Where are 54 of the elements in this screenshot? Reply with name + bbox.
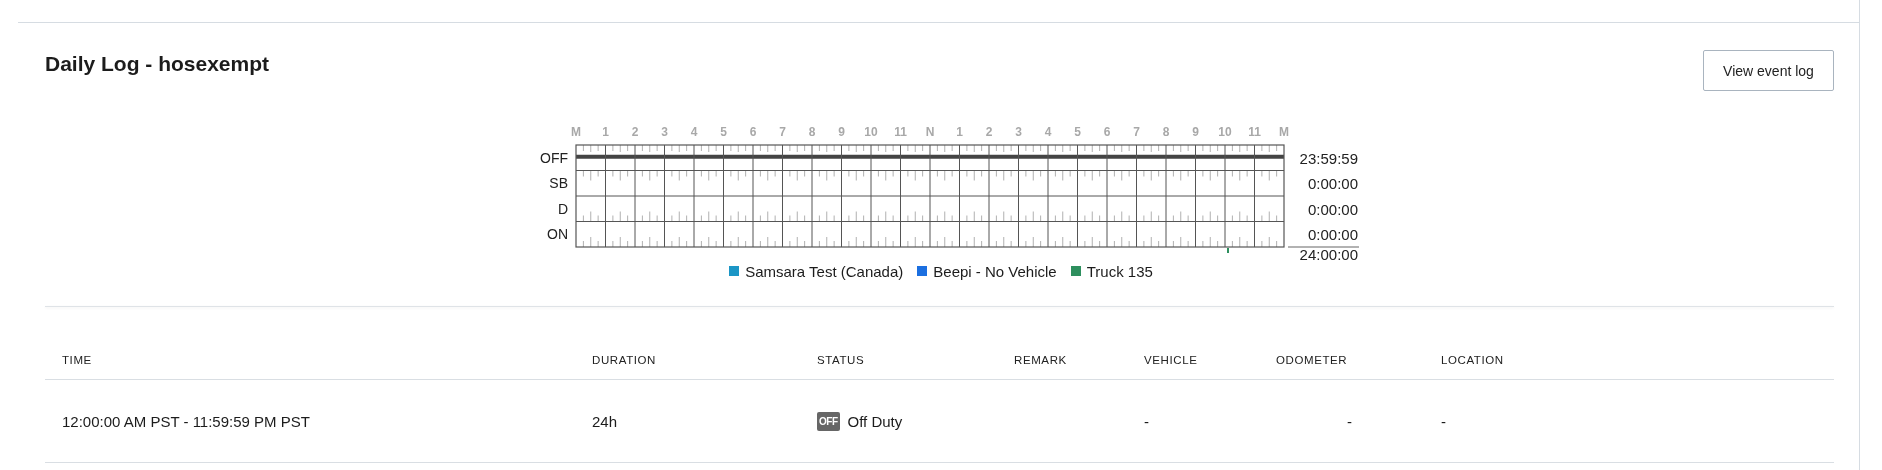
hour-label: 7 (1133, 125, 1140, 139)
status-total: 0:00:00 (1307, 175, 1358, 193)
legend-label: Truck 135 (1086, 262, 1153, 280)
table-cell-text: - (1143, 412, 1150, 430)
hour-label: N (925, 125, 935, 139)
column-header: TIME (61, 354, 93, 366)
status-row-label: ON (547, 226, 568, 243)
table-cell: Off Duty (847, 412, 903, 430)
hour-label: 8 (808, 125, 816, 139)
legend-label: Samsara Test (Canada) (745, 262, 904, 280)
hour-label: 5 (1074, 125, 1081, 139)
hour-label: 6 (1103, 125, 1111, 139)
grand-total: 24:00:00 (1299, 246, 1358, 262)
hour-label: 1 (956, 125, 963, 139)
column-header: REMARK (1013, 354, 1068, 366)
hour-label: 10 (864, 125, 878, 139)
status-row-label: OFF (540, 149, 568, 166)
column-header: ODOMETER (1275, 354, 1349, 366)
hour-label: 2 (631, 125, 639, 139)
hour-label: 10 (1218, 125, 1232, 139)
hour-label: M (571, 125, 581, 139)
status-row-label: D (557, 200, 568, 217)
table-cell-text: - (1440, 412, 1447, 430)
column-header: STATUS (816, 354, 866, 366)
vehicle-marker (1227, 248, 1229, 253)
status-badge: OFF (817, 411, 840, 431)
hour-label: 3 (661, 125, 668, 139)
hour-label: 6 (749, 125, 757, 139)
hour-label: 5 (720, 125, 727, 139)
table-cell-text: 12:00:00 AM PST - 11:59:59 PM PST (61, 412, 311, 430)
hour-label: 2 (985, 125, 993, 139)
hour-label: 8 (1162, 125, 1170, 139)
hour-label: 9 (1192, 125, 1199, 139)
hour-label: 9 (838, 125, 845, 139)
hour-label: 4 (690, 125, 698, 139)
status-total: 0:00:00 (1307, 200, 1358, 218)
hour-label: 11 (1248, 125, 1261, 139)
status-total: 0:00:00 (1307, 226, 1358, 244)
status-total: 23:59:59 (1299, 149, 1358, 167)
status-row-label: SB (549, 175, 568, 192)
hour-label: 7 (779, 125, 786, 139)
column-header: DURATION (591, 354, 657, 366)
column-header: VEHICLE (1143, 354, 1199, 366)
column-header: LOCATION (1440, 354, 1505, 366)
page-title: Daily Log - hosexempt (45, 52, 270, 76)
view-event-log-button[interactable]: View event log (1703, 50, 1834, 91)
table-cell-text: 24h (591, 412, 619, 430)
hour-label: M (1279, 125, 1289, 139)
hour-label: 3 (1015, 125, 1022, 139)
table-cell: - (1347, 412, 1352, 430)
hour-label: 1 (602, 125, 609, 139)
hour-label: 4 (1044, 125, 1052, 139)
legend-label: Beepi - No Vehicle (933, 262, 1057, 280)
hour-label: 11 (894, 125, 907, 139)
